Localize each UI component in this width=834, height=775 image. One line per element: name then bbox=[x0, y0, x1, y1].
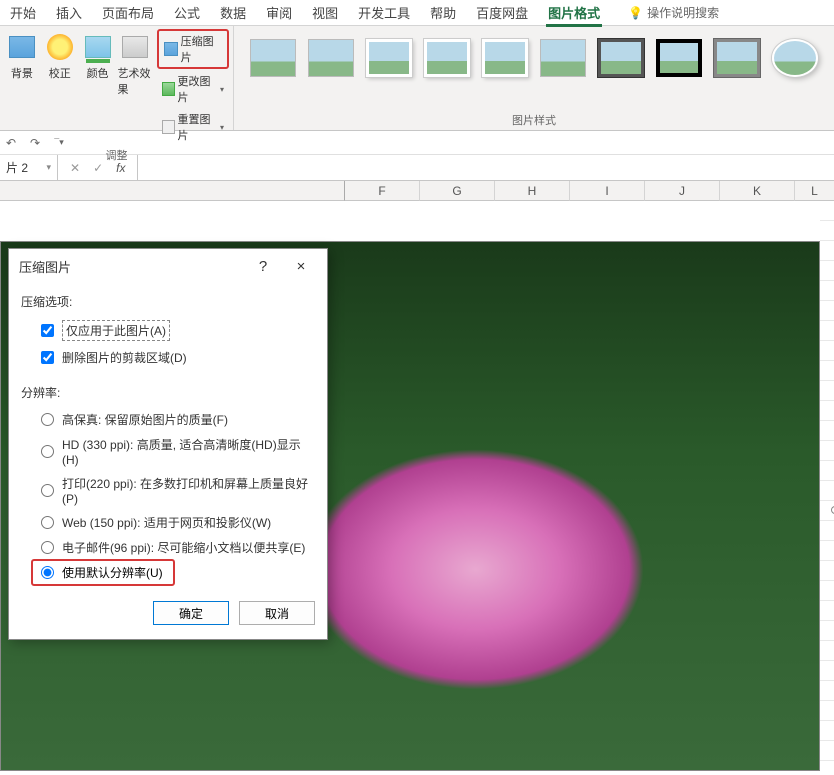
artistic-label: 艺术效果 bbox=[117, 65, 153, 97]
compress-label: 压缩图片 bbox=[181, 33, 222, 65]
group-adjust: 背景 校正 颜色 艺术效果 压缩图片 更改图片 ▾ bbox=[0, 26, 234, 130]
dialog-title: 压缩图片 bbox=[19, 257, 71, 276]
col-header-g[interactable]: G bbox=[420, 181, 495, 201]
style-thumb-1[interactable] bbox=[250, 39, 296, 77]
col-header-blank[interactable] bbox=[0, 181, 345, 201]
chevron-down-icon: ▾ bbox=[220, 123, 224, 132]
radio-high-fidelity-label[interactable]: 高保真: 保留原始图片的质量(F) bbox=[62, 411, 228, 428]
tab-help[interactable]: 帮助 bbox=[420, 0, 466, 26]
reset-picture-button[interactable]: 重置图片 ▾ bbox=[157, 109, 229, 145]
radio-high-fidelity[interactable] bbox=[41, 413, 54, 426]
formula-input[interactable] bbox=[138, 155, 834, 180]
group-styles-label: 图片样式 bbox=[238, 110, 830, 130]
radio-email-96[interactable] bbox=[41, 541, 54, 554]
undo-button[interactable]: ↶ bbox=[3, 135, 19, 151]
redo-button[interactable]: ↷ bbox=[27, 135, 43, 151]
radio-web-label[interactable]: Web (150 ppi): 适用于网页和投影仪(W) bbox=[62, 514, 271, 531]
tab-baidu[interactable]: 百度网盘 bbox=[466, 0, 538, 26]
tab-layout[interactable]: 页面布局 bbox=[92, 0, 164, 26]
style-thumb-8[interactable] bbox=[656, 39, 702, 77]
style-thumb-10[interactable] bbox=[772, 39, 818, 77]
lightbulb-icon: 💡 bbox=[628, 6, 643, 20]
radio-use-default[interactable] bbox=[41, 566, 54, 579]
fx-button[interactable]: fx bbox=[112, 161, 129, 175]
radio-default-label[interactable]: 使用默认分辨率(U) bbox=[62, 564, 163, 581]
cancel-formula-button[interactable]: ✕ bbox=[66, 161, 84, 175]
radio-web-150[interactable] bbox=[41, 516, 54, 529]
change-label: 更改图片 bbox=[178, 73, 215, 105]
change-picture-button[interactable]: 更改图片 ▾ bbox=[157, 71, 229, 107]
tab-dev[interactable]: 开发工具 bbox=[348, 0, 420, 26]
dialog-close-button[interactable]: × bbox=[283, 255, 319, 277]
chevron-down-icon: ▾ bbox=[46, 162, 51, 173]
tell-me-label: 操作说明搜索 bbox=[647, 4, 719, 21]
ribbon-tabs: 开始 插入 页面布局 公式 数据 审阅 视图 开发工具 帮助 百度网盘 图片格式… bbox=[0, 0, 834, 26]
style-thumb-2[interactable] bbox=[308, 39, 354, 77]
tell-me-search[interactable]: 💡 操作说明搜索 bbox=[628, 4, 719, 21]
name-box[interactable]: 片 2 ▾ bbox=[0, 155, 58, 180]
group-picture-styles: 图片样式 bbox=[234, 26, 834, 130]
col-header-l[interactable]: L bbox=[795, 181, 834, 201]
tab-formula[interactable]: 公式 bbox=[164, 0, 210, 26]
apply-only-label[interactable]: 仅应用于此图片(A) bbox=[62, 320, 170, 341]
ribbon-content: 背景 校正 颜色 艺术效果 压缩图片 更改图片 ▾ bbox=[0, 26, 834, 131]
cancel-button[interactable]: 取消 bbox=[239, 601, 315, 625]
tab-data[interactable]: 数据 bbox=[210, 0, 256, 26]
tab-review[interactable]: 审阅 bbox=[256, 0, 302, 26]
remove-bg-icon bbox=[9, 36, 35, 58]
delete-cropped-areas-checkbox[interactable] bbox=[41, 351, 54, 364]
radio-print-220[interactable] bbox=[41, 484, 54, 497]
color-button[interactable]: 颜色 bbox=[80, 29, 116, 81]
col-header-f[interactable]: F bbox=[345, 181, 420, 201]
artistic-icon bbox=[122, 36, 148, 58]
col-header-j[interactable]: J bbox=[645, 181, 720, 201]
corrections-button[interactable]: 校正 bbox=[42, 29, 78, 81]
color-icon bbox=[85, 36, 111, 58]
style-thumb-7[interactable] bbox=[598, 39, 644, 77]
formula-bar: 片 2 ▾ ✕ ✓ fx bbox=[0, 155, 834, 181]
chevron-down-icon: ▾ bbox=[220, 85, 224, 94]
correct-label: 校正 bbox=[49, 65, 71, 81]
resolution-label: 分辨率: bbox=[21, 380, 315, 407]
sun-icon bbox=[47, 34, 73, 60]
artistic-effects-button[interactable]: 艺术效果 bbox=[117, 29, 153, 97]
style-thumb-4[interactable] bbox=[424, 39, 470, 77]
compress-icon bbox=[164, 42, 177, 56]
style-thumb-5[interactable] bbox=[482, 39, 528, 77]
apply-only-this-picture-checkbox[interactable] bbox=[41, 324, 54, 337]
col-header-k[interactable]: K bbox=[720, 181, 795, 201]
remove-background-button[interactable]: 背景 bbox=[4, 29, 40, 81]
remove-bg-label: 背景 bbox=[11, 65, 33, 81]
ok-button[interactable]: 确定 bbox=[153, 601, 229, 625]
reset-label: 重置图片 bbox=[178, 111, 215, 143]
style-thumb-6[interactable] bbox=[540, 39, 586, 77]
style-thumb-3[interactable] bbox=[366, 39, 412, 77]
radio-email-label[interactable]: 电子邮件(96 ppi): 尽可能缩小文档以便共享(E) bbox=[62, 539, 305, 556]
radio-hd-label[interactable]: HD (330 ppi): 高质量, 适合高清晰度(HD)显示(H) bbox=[62, 436, 315, 467]
reset-icon bbox=[162, 120, 174, 134]
tab-picture-format[interactable]: 图片格式 bbox=[538, 0, 610, 26]
compress-pictures-dialog: 压缩图片 ? × 压缩选项: 仅应用于此图片(A) 删除图片的剪裁区域(D) 分… bbox=[8, 248, 328, 640]
tab-view[interactable]: 视图 bbox=[302, 0, 348, 26]
style-thumb-9[interactable] bbox=[714, 39, 760, 77]
name-box-value: 片 2 bbox=[6, 159, 28, 176]
radio-hd-330[interactable] bbox=[41, 445, 54, 458]
compression-options-label: 压缩选项: bbox=[21, 289, 315, 316]
customize-qat-button[interactable]: ¯▾ bbox=[51, 135, 67, 151]
radio-print-label[interactable]: 打印(220 ppi): 在多数打印机和屏幕上质量良好(P) bbox=[62, 475, 315, 506]
compress-pictures-button[interactable]: 压缩图片 bbox=[157, 29, 229, 69]
color-label: 颜色 bbox=[87, 65, 109, 81]
grid-lines bbox=[820, 201, 834, 775]
tab-insert[interactable]: 插入 bbox=[46, 0, 92, 26]
tab-start[interactable]: 开始 bbox=[0, 0, 46, 26]
column-headers: F G H I J K L bbox=[0, 181, 834, 201]
change-picture-icon bbox=[162, 82, 174, 96]
col-header-i[interactable]: I bbox=[570, 181, 645, 201]
delete-cropped-label[interactable]: 删除图片的剪裁区域(D) bbox=[62, 349, 187, 366]
dialog-help-button[interactable]: ? bbox=[245, 255, 281, 277]
col-header-h[interactable]: H bbox=[495, 181, 570, 201]
enter-formula-button[interactable]: ✓ bbox=[89, 161, 107, 175]
